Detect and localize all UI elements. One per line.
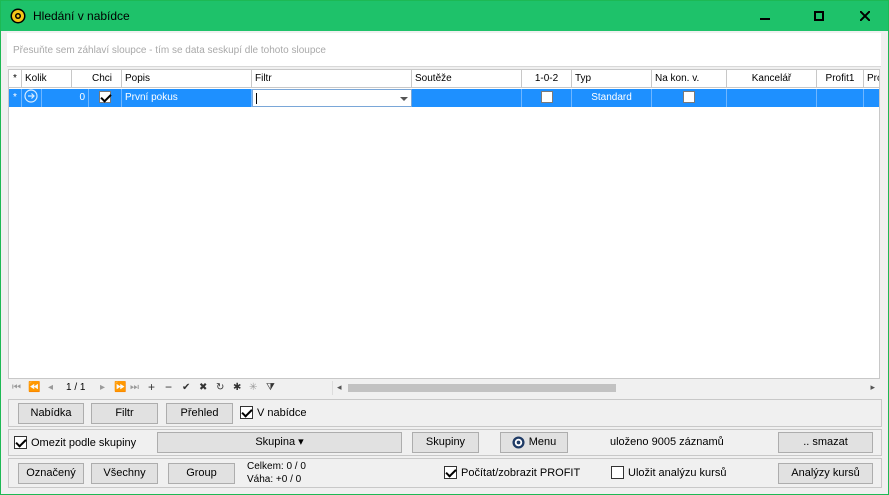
confirm-icon[interactable]: ✔ bbox=[182, 382, 190, 393]
new-row-header-icon: * bbox=[9, 70, 22, 88]
prev-record-icon[interactable]: ◂ bbox=[48, 382, 53, 393]
column-header-1-0-2[interactable]: 1-0-2 bbox=[522, 70, 572, 88]
column-header-typ[interactable]: Typ bbox=[572, 70, 652, 88]
text-caret bbox=[256, 93, 257, 104]
cell-na-kon-v[interactable] bbox=[652, 89, 727, 107]
close-button[interactable] bbox=[842, 1, 888, 31]
omezit-checkbox[interactable]: Omezit podle skupiny bbox=[14, 436, 136, 449]
table-row[interactable]: * 0 První pokus Standard bbox=[9, 89, 879, 107]
main-window: Hledání v nabídce Přesuňte sem záhlaví s… bbox=[0, 0, 889, 495]
cell-souteze[interactable] bbox=[412, 89, 522, 107]
grid-header: * Kolik Chci Popis Filtr Soutěže 1-0-2 T… bbox=[9, 70, 879, 88]
next-record-icon[interactable]: ▸ bbox=[100, 382, 105, 393]
column-header-na-kon-v[interactable]: Na kon. v. bbox=[652, 70, 727, 88]
filtr-button[interactable]: Filtr bbox=[91, 403, 158, 424]
arrow-right-circle-icon bbox=[24, 89, 38, 103]
v-nabidce-label: V nabídce bbox=[257, 406, 307, 419]
view-panel: Nabídka Filtr Přehled V nabídce bbox=[8, 399, 882, 427]
cell-popis[interactable]: První pokus bbox=[122, 89, 252, 107]
group-button[interactable]: Group bbox=[168, 463, 235, 484]
minimize-icon bbox=[760, 18, 770, 20]
group-by-panel[interactable]: Přesuňte sem záhlaví sloupce - tím se da… bbox=[7, 33, 881, 67]
scroll-left-icon[interactable]: ◂ bbox=[337, 382, 342, 393]
scroll-right-icon[interactable]: ▸ bbox=[870, 382, 875, 393]
analyzy-kursu-button[interactable]: Analýzy kursů bbox=[778, 463, 873, 484]
window-title: Hledání v nabídce bbox=[33, 9, 130, 23]
first-page-icon[interactable]: ⏮ bbox=[12, 382, 21, 393]
group-panel: Omezit podle skupiny Skupina ▾ Skupiny M… bbox=[8, 429, 882, 456]
chci-checkbox[interactable] bbox=[99, 91, 111, 104]
record-navigator: ⏮ ⏪ ◂ 1 / 1 ▸ ⏩ ⏭ + − ✔ ✖ ↻ ✱ ✳ ⧩ ◂ ▸ bbox=[8, 380, 880, 396]
add-record-icon[interactable]: + bbox=[148, 380, 155, 394]
one-o-two-checkbox[interactable] bbox=[540, 91, 553, 104]
na-kon-v-checkbox[interactable] bbox=[683, 91, 695, 104]
column-header-filtr[interactable]: Filtr bbox=[252, 70, 412, 88]
v-nabidce-checkbox[interactable]: V nabídce bbox=[240, 406, 307, 419]
horizontal-scrollbar[interactable]: ◂ ▸ bbox=[332, 381, 879, 395]
menu-label: Menu bbox=[528, 436, 557, 448]
vaha-label: Váha: +0 / 0 bbox=[247, 474, 302, 485]
app-logo-icon bbox=[10, 8, 26, 24]
cell-1-0-2[interactable] bbox=[522, 89, 572, 107]
column-header-chci[interactable]: Chci bbox=[89, 70, 122, 88]
skupina-dropdown-button[interactable]: Skupina ▾ bbox=[157, 432, 402, 453]
oznaceny-button[interactable]: Označený bbox=[18, 463, 84, 484]
offer-grid[interactable]: * Kolik Chci Popis Filtr Soutěže 1-0-2 T… bbox=[8, 69, 880, 379]
pocitat-profit-check[interactable] bbox=[444, 466, 457, 479]
celkem-label: Celkem: 0 / 0 bbox=[247, 461, 306, 472]
cell-pro[interactable] bbox=[864, 89, 879, 107]
maximize-button[interactable] bbox=[796, 1, 842, 31]
page-indicator: 1 / 1 bbox=[66, 382, 86, 393]
action-panel: Označený Všechny Group Celkem: 0 / 0 Váh… bbox=[8, 458, 882, 488]
next-page-icon[interactable]: ⏩ bbox=[114, 382, 126, 393]
pocitat-profit-label: Počítat/zobrazit PROFIT bbox=[461, 466, 581, 479]
chevron-down-icon[interactable] bbox=[400, 97, 408, 101]
minimize-button[interactable] bbox=[742, 1, 788, 31]
asterisk-disabled-icon[interactable]: ✳ bbox=[249, 382, 257, 393]
column-header-profit1[interactable]: Profit1 bbox=[817, 70, 864, 88]
v-nabidce-check[interactable] bbox=[240, 406, 253, 419]
prehled-button[interactable]: Přehled bbox=[166, 403, 233, 424]
cell-kolik[interactable]: 0 bbox=[42, 89, 89, 107]
vsechny-button[interactable]: Všechny bbox=[91, 463, 158, 484]
omezit-label: Omezit podle skupiny bbox=[31, 436, 137, 449]
ulozit-analyzu-check[interactable] bbox=[611, 466, 624, 479]
cell-kancelar[interactable] bbox=[727, 89, 817, 107]
cell-profit1[interactable] bbox=[817, 89, 864, 107]
delete-record-icon[interactable]: − bbox=[165, 380, 172, 394]
filtr-combo-editor[interactable] bbox=[252, 89, 412, 107]
cell-chci[interactable] bbox=[89, 89, 122, 107]
ulozit-analyzu-checkbox[interactable]: Uložit analýzu kursů bbox=[611, 466, 726, 479]
skupiny-button[interactable]: Skupiny bbox=[412, 432, 479, 453]
row-navigate-cell[interactable] bbox=[22, 89, 42, 107]
maximize-icon bbox=[814, 11, 824, 21]
title-bar[interactable]: Hledání v nabídce bbox=[1, 1, 888, 31]
scrollbar-thumb[interactable] bbox=[348, 384, 616, 392]
menu-button[interactable]: Menu bbox=[500, 432, 568, 453]
column-header-kolik[interactable]: Kolik bbox=[22, 70, 72, 88]
filter-icon[interactable]: ⧩ bbox=[266, 382, 275, 393]
nabidka-button[interactable]: Nabídka bbox=[18, 403, 84, 424]
saved-records-status: uloženo 9005 záznamů bbox=[610, 436, 724, 448]
gear-icon bbox=[512, 436, 525, 449]
column-header-souteze[interactable]: Soutěže bbox=[412, 70, 522, 88]
cancel-icon[interactable]: ✖ bbox=[199, 382, 207, 393]
column-header-pro[interactable]: Pro bbox=[864, 70, 879, 88]
last-page-icon[interactable]: ⏭ bbox=[130, 382, 139, 393]
column-header-kancelar[interactable]: Kancelář bbox=[727, 70, 817, 88]
close-icon bbox=[860, 11, 870, 21]
column-header-popis[interactable]: Popis bbox=[122, 70, 252, 88]
smazat-button[interactable]: .. smazat bbox=[778, 432, 873, 453]
refresh-icon[interactable]: ↻ bbox=[216, 382, 224, 393]
new-row-marker-icon: * bbox=[9, 89, 22, 107]
ulozit-analyzu-label: Uložit analýzu kursů bbox=[628, 466, 727, 479]
group-by-hint: Přesuňte sem záhlaví sloupce - tím se da… bbox=[13, 45, 326, 56]
cell-typ[interactable]: Standard bbox=[572, 89, 652, 107]
asterisk-icon[interactable]: ✱ bbox=[233, 382, 241, 393]
prev-page-icon[interactable]: ⏪ bbox=[28, 382, 40, 393]
omezit-check[interactable] bbox=[14, 436, 27, 449]
pocitat-profit-checkbox[interactable]: Počítat/zobrazit PROFIT bbox=[444, 466, 580, 479]
